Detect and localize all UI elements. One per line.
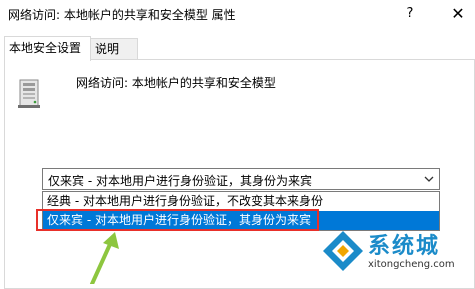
option-classic[interactable]: 经典 - 对本地用户进行身份验证，不改变其本来身份 bbox=[43, 192, 439, 211]
close-button[interactable]: ✕ bbox=[444, 2, 472, 26]
security-model-select[interactable]: 仅来宾 - 对本地用户进行身份验证，其身份为来宾 bbox=[42, 168, 440, 190]
tab-explain[interactable]: 说明 bbox=[91, 38, 138, 60]
tab-strip: 本地安全设置 说明 bbox=[0, 30, 475, 61]
window-title: 网络访问: 本地帐户的共享和安全模型 属性 bbox=[8, 8, 236, 22]
chevron-down-icon[interactable] bbox=[422, 172, 436, 186]
title-bar: 网络访问: 本地帐户的共享和安全模型 属性 ? ✕ bbox=[0, 0, 475, 30]
help-button[interactable]: ? bbox=[398, 3, 422, 25]
server-policy-icon bbox=[18, 79, 40, 108]
select-dropdown-list: 经典 - 对本地用户进行身份验证，不改变其本来身份 仅来宾 - 对本地用户进行身… bbox=[42, 191, 440, 231]
tab-local-security-setting[interactable]: 本地安全设置 bbox=[4, 36, 91, 61]
option-guest-only[interactable]: 仅来宾 - 对本地用户进行身份验证，其身份为来宾 bbox=[43, 211, 439, 230]
policy-name: 网络访问: 本地帐户的共享和安全模型 bbox=[76, 76, 276, 90]
select-current-value: 仅来宾 - 对本地用户进行身份验证，其身份为来宾 bbox=[48, 174, 312, 188]
